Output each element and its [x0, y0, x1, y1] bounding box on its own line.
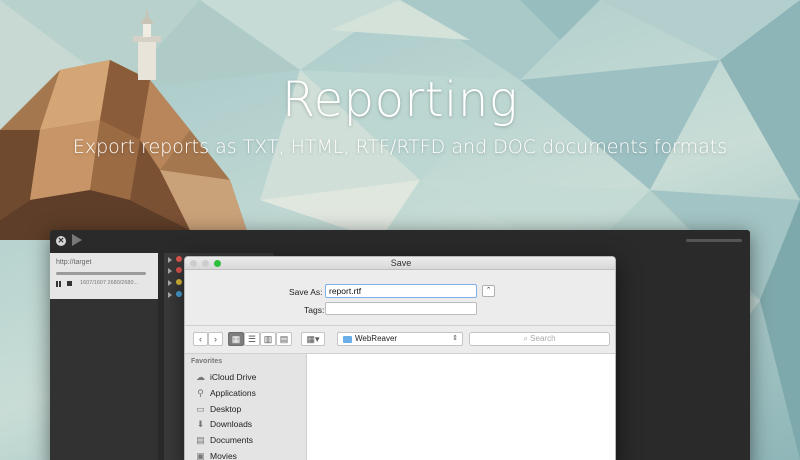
- hero-subtitle: Export reports as TXT, HTML, RTF/RTFD an…: [72, 136, 728, 158]
- browser-toolbar: ‹ › ▦ ☰ ▥ ▤ ▦▾ WebReaver ⇕ ⌕ Search: [185, 325, 615, 353]
- column-view-button[interactable]: ▥: [260, 332, 276, 346]
- popup-arrows-icon: ⇕: [452, 335, 458, 342]
- task-list-panel: http://target 1607/1607 2680/2680...: [50, 253, 158, 460]
- documents-icon: ▤: [196, 435, 205, 445]
- arrange-menu-button[interactable]: ▦▾: [301, 332, 325, 346]
- dialog-title: Save: [390, 258, 412, 268]
- task-card[interactable]: http://target 1607/1607 2680/2680...: [50, 253, 158, 299]
- status-dot-icon: [176, 279, 182, 285]
- movies-icon: ▣: [196, 451, 205, 460]
- location-popup[interactable]: WebReaver ⇕: [337, 332, 463, 346]
- sidebar-item-desktop[interactable]: ▭ Desktop: [195, 403, 305, 417]
- task-progress-bar: [56, 272, 146, 275]
- list-view-button[interactable]: ☰: [244, 332, 260, 346]
- hero-title: Reporting: [281, 72, 519, 128]
- tags-label: Tags:: [304, 305, 325, 315]
- disclosure-triangle-icon[interactable]: [168, 268, 172, 274]
- disclosure-triangle-icon[interactable]: [168, 257, 172, 263]
- disclosure-triangle-icon[interactable]: [168, 280, 172, 286]
- save-as-input[interactable]: [325, 284, 477, 298]
- applications-icon: ⚲: [197, 388, 204, 398]
- sidebar-item-icloud-drive[interactable]: ☁ iCloud Drive: [195, 371, 305, 385]
- status-dot-icon: [176, 256, 182, 262]
- back-button[interactable]: ‹: [193, 332, 208, 346]
- sidebar-item-downloads[interactable]: ⬇ Downloads: [195, 418, 305, 432]
- tags-input[interactable]: [325, 302, 477, 315]
- close-icon[interactable]: ✕: [56, 236, 66, 246]
- icon-view-button[interactable]: ▦: [228, 332, 244, 346]
- dialog-titlebar: Save: [185, 257, 615, 270]
- status-dot-icon: [176, 291, 182, 297]
- search-input[interactable]: ⌕ Search: [469, 332, 610, 346]
- dialog-sidebar: Favorites ☁ iCloud Drive ⚲ Applications …: [185, 353, 306, 460]
- cloud-icon: ☁: [196, 372, 205, 382]
- pause-icon[interactable]: [56, 281, 62, 287]
- location-label: WebReaver: [355, 334, 398, 343]
- sidebar-item-documents[interactable]: ▤ Documents: [195, 434, 305, 448]
- expand-dialog-button[interactable]: ⌃: [482, 285, 495, 297]
- stop-icon[interactable]: [67, 281, 72, 286]
- status-dot-icon: [176, 267, 182, 273]
- folder-icon: [343, 336, 352, 343]
- disclosure-triangle-icon[interactable]: [168, 292, 172, 298]
- file-browser-area[interactable]: [306, 353, 615, 460]
- toolbar-progress: [686, 239, 742, 242]
- favorites-header: Favorites: [191, 358, 223, 365]
- cover-flow-view-button[interactable]: ▤: [276, 332, 292, 346]
- task-url: http://target: [56, 259, 92, 266]
- forward-button[interactable]: ›: [208, 332, 223, 346]
- save-as-label: Save As:: [289, 287, 323, 297]
- search-placeholder: Search: [530, 334, 556, 343]
- app-toolbar: ✕: [50, 230, 750, 252]
- sidebar-item-applications[interactable]: ⚲ Applications: [195, 387, 305, 401]
- sidebar-item-movies[interactable]: ▣ Movies: [195, 450, 305, 460]
- save-dialog: Save Save As: ⌃ Tags: ‹ › ▦ ☰ ▥ ▤ ▦▾ Web…: [184, 256, 616, 460]
- task-stats: 1607/1607 2680/2680...: [80, 280, 139, 286]
- desktop-icon: ▭: [196, 404, 205, 414]
- downloads-icon: ⬇: [196, 419, 205, 429]
- play-icon[interactable]: [72, 234, 82, 246]
